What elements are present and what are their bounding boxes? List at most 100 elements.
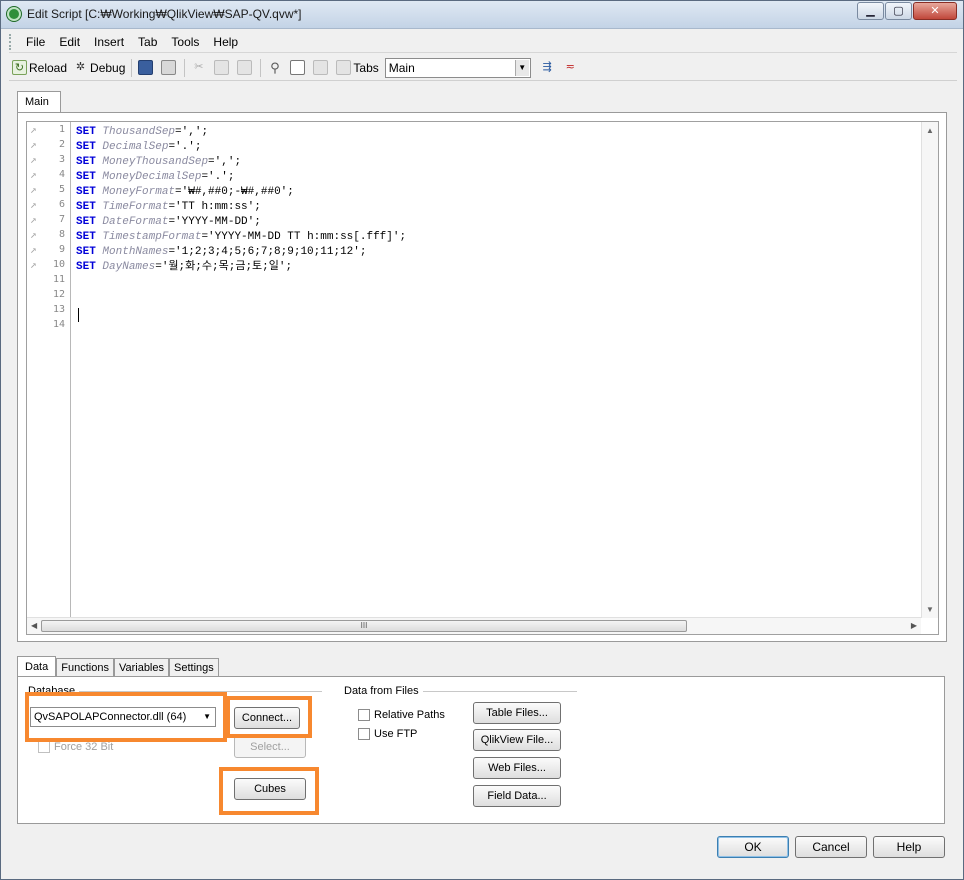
vertical-scrollbar[interactable]: ▲ ▼ [921,122,938,618]
scroll-right-icon[interactable]: ▶ [911,621,917,630]
bookmark-pin-icon[interactable]: ↗ [30,123,37,136]
close-button[interactable]: ✕ [913,2,957,20]
horizontal-scroll-thumb[interactable]: III [41,620,687,632]
tab-functions[interactable]: Functions [56,658,114,678]
toolbar-separator [184,58,186,77]
menu-tab[interactable]: Tab [131,35,164,49]
line-number: 12 [52,289,65,300]
gutter-row: ↗ 9 [27,242,70,257]
line-number: 9 [58,244,65,255]
gutter-row: ↗ 1 [27,122,70,137]
bottom-tab-strip: Data Functions Variables Settings [17,656,219,678]
menu-file[interactable]: File [19,35,52,49]
variable-name: DayNames [102,261,156,273]
checkbox-box[interactable] [358,728,370,740]
new-tab-button[interactable] [287,57,310,79]
line-number: 5 [58,184,65,195]
tab-data[interactable]: Data [17,656,57,678]
scroll-up-icon[interactable]: ▲ [926,126,934,135]
bookmark-pin-icon[interactable]: ↗ [30,153,37,166]
paste-button[interactable] [234,57,257,79]
keyword: SET [76,216,96,228]
bookmark-pin-icon[interactable]: ↗ [30,198,37,211]
variable-value: ='.'; [168,141,202,153]
web-files-button[interactable]: Web Files... [473,757,561,779]
bookmark-pin-icon[interactable]: ↗ [30,183,37,196]
bookmark-pin-icon[interactable]: ↗ [30,213,37,226]
line-number: 10 [52,259,65,270]
gutter-row: ↗ 4 [27,167,70,182]
tab-variables[interactable]: Variables [113,658,169,678]
debug-button[interactable]: ✲ Debug [70,57,128,79]
edit-script-window: Edit Script [C:₩Working₩QlikView₩SAP-QV.… [0,0,964,880]
bookmark-pin-icon[interactable]: ↗ [30,258,37,271]
help-button[interactable]: Help [873,836,945,858]
find-button[interactable]: ⚲ [264,57,287,79]
variable-value: ='1;2;3;4;5;6;7;8;9;10;11;12'; [168,246,367,258]
title-bar[interactable]: Edit Script [C:₩Working₩QlikView₩SAP-QV.… [1,1,963,29]
copy-button[interactable] [211,57,234,79]
checkbox-box[interactable] [358,709,370,721]
tab-icon [290,60,306,75]
menubar-grip[interactable] [9,33,13,50]
gutter-row: 11 [27,272,70,287]
keyword: SET [76,126,96,138]
promote-tab-button[interactable] [310,57,333,79]
table-files-button[interactable]: Table Files... [473,702,561,724]
menu-help[interactable]: Help [206,35,245,49]
code-line: SET MoneyThousandSep=','; [76,155,920,170]
checkbox-box[interactable] [38,741,50,753]
syntax-check-button[interactable]: ≂ [560,57,583,79]
reload-button[interactable]: ↻ Reload [9,57,70,79]
field-data-button[interactable]: Field Data... [473,785,561,807]
scroll-down-icon[interactable]: ▼ [926,605,934,614]
use-ftp-label: Use FTP [374,728,418,740]
bookmark-pin-icon[interactable]: ↗ [30,138,37,151]
bookmark-pin-icon[interactable]: ↗ [30,228,37,241]
menu-edit[interactable]: Edit [52,35,87,49]
bookmark-pin-icon[interactable]: ↗ [30,243,37,256]
toolbar-separator [131,58,133,77]
chevron-down-icon[interactable]: ▼ [514,59,529,76]
menu-tools[interactable]: Tools [164,35,206,49]
variable-name: MoneyThousandSep [102,156,209,168]
script-code[interactable]: SET ThousandSep=','; SET DecimalSep='.'; S… [76,125,920,322]
relative-paths-checkbox[interactable]: Relative Paths [358,709,445,721]
bookmark-pin-icon[interactable]: ↗ [30,168,37,181]
qlikview-file-button[interactable]: QlikView File... [473,729,561,751]
highlight-cubes-button [219,767,319,815]
cancel-button[interactable]: Cancel [795,836,867,858]
demote-tab-button[interactable]: Tabs [333,57,381,79]
keyword: SET [76,261,96,273]
minimize-button[interactable]: ▁ [857,2,884,20]
toolbar-separator [260,58,262,77]
variable-name: ThousandSep [102,126,176,138]
line-number: 4 [58,169,65,180]
tab-main[interactable]: Main [17,91,61,113]
code-line: SET MoneyDecimalSep='.'; [76,170,920,185]
select-button[interactable]: Select... [234,736,306,758]
ok-button[interactable]: OK [717,836,789,858]
print-button[interactable] [158,57,181,79]
cut-button[interactable]: ✂ [188,57,211,79]
maximize-button[interactable]: ▢ [885,2,912,20]
table-viewer-button[interactable]: ⇶ [537,57,560,79]
force-32-bit-checkbox[interactable]: Force 32 Bit [38,741,113,753]
keyword: SET [76,156,96,168]
tabs-dropdown-value: Main [388,60,415,75]
scroll-left-icon[interactable]: ◀ [31,621,37,630]
menu-insert[interactable]: Insert [87,35,131,49]
use-ftp-checkbox[interactable]: Use FTP [358,728,417,740]
variable-value: ='TT h:mm:ss'; [168,201,261,213]
script-editor[interactable]: ↗ 1 ↗ 2 ↗ 3 ↗ 4 ↗ 5 ↗ 6 ↗ 7 ↗ 8 ↗ 9 ↗ 10 11 12 13 14 SET Thousa… [26,121,939,635]
tabs-dropdown[interactable]: Main ▼ [384,57,531,78]
gutter-row: ↗ 2 [27,137,70,152]
gutter-row: 14 [27,317,70,332]
save-button[interactable] [135,57,158,79]
code-line: SET TimestampFormat='YYYY-MM-DD TT h:mm:… [76,230,920,245]
line-number: 13 [52,304,65,315]
force-32-bit-label: Force 32 Bit [54,741,114,753]
gutter-row: ↗ 5 [27,182,70,197]
horizontal-scrollbar[interactable]: ◀ III ▶ [27,617,921,634]
tab-settings[interactable]: Settings [169,658,219,678]
